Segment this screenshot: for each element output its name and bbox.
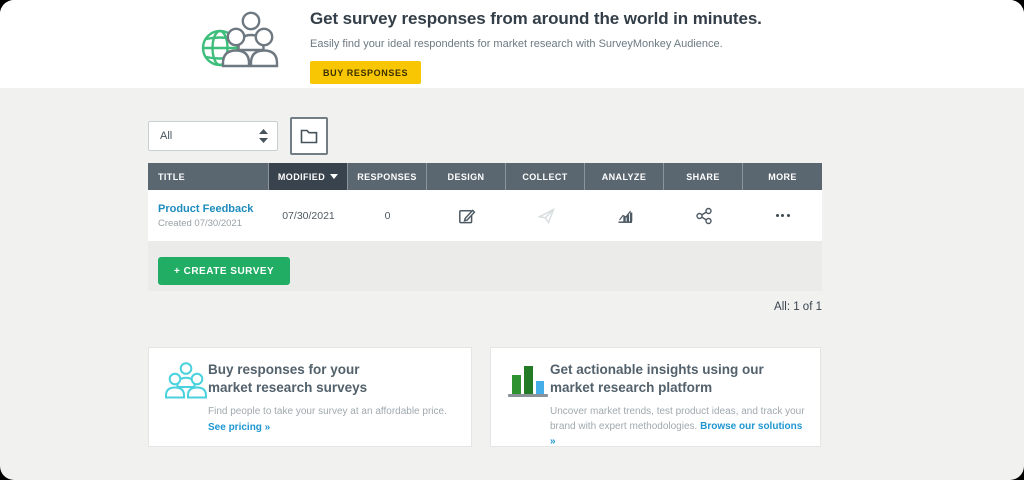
survey-count-label: All: 1 of 1	[774, 301, 822, 313]
column-header-modified[interactable]: MODIFIED	[269, 163, 348, 190]
survey-list-table: TITLE MODIFIED RESPONSES DESIGN COLLECT …	[148, 163, 822, 241]
survey-table-header: TITLE MODIFIED RESPONSES DESIGN COLLECT …	[148, 163, 822, 190]
audience-promo-banner: Get survey responses from around the wor…	[0, 0, 1024, 88]
survey-modified-date: 07/30/2021	[282, 209, 335, 222]
create-survey-strip: + CREATE SURVEY	[148, 241, 822, 291]
column-header-more[interactable]: MORE	[743, 163, 822, 190]
folder-filter-value: All	[160, 130, 173, 142]
globe-people-icon	[201, 11, 279, 68]
edit-icon	[458, 208, 475, 223]
ellipsis-icon	[775, 214, 790, 217]
bar-chart-icon	[618, 210, 632, 223]
banner-title: Get survey responses from around the wor…	[310, 9, 762, 28]
surveymonkey-dashboard: Get survey responses from around the wor…	[0, 0, 1024, 480]
column-header-analyze[interactable]: ANALYZE	[585, 163, 664, 190]
analyze-results-button[interactable]	[612, 203, 638, 229]
collect-responses-button[interactable]	[533, 203, 559, 229]
share-survey-button[interactable]	[691, 203, 717, 229]
column-header-share[interactable]: SHARE	[664, 163, 743, 190]
buy-responses-card: Buy responses for your market research s…	[148, 347, 472, 447]
insights-card: Get actionable insights using our market…	[490, 347, 821, 447]
card-title: Get actionable insights using our market…	[550, 362, 764, 395]
sort-desc-icon	[330, 174, 339, 179]
manage-folders-button[interactable]	[290, 117, 328, 155]
card-title: Buy responses for your market research s…	[208, 362, 368, 395]
column-header-responses[interactable]: RESPONSES	[348, 163, 427, 190]
see-pricing-link[interactable]: See pricing »	[208, 420, 270, 435]
color-bar-chart-icon	[508, 366, 548, 397]
table-row: Product Feedback Created 07/30/2021 07/3…	[148, 190, 822, 241]
folder-icon	[300, 129, 318, 143]
column-header-collect[interactable]: COLLECT	[506, 163, 585, 190]
more-options-button[interactable]	[772, 210, 794, 221]
share-nodes-icon	[695, 207, 712, 224]
card-body-text: Find people to take your survey at an af…	[208, 406, 447, 418]
create-survey-button[interactable]: + CREATE SURVEY	[158, 257, 291, 285]
folder-filter-dropdown[interactable]: All	[148, 121, 278, 151]
design-survey-button[interactable]	[454, 203, 480, 229]
sort-arrows-icon	[259, 129, 268, 143]
column-header-design[interactable]: DESIGN	[427, 163, 506, 190]
column-header-title[interactable]: TITLE	[148, 163, 269, 190]
survey-created-date: Created 07/30/2021	[158, 217, 242, 229]
survey-title-link[interactable]: Product Feedback	[158, 203, 253, 215]
survey-response-count: 0	[384, 209, 391, 222]
buy-responses-button[interactable]: BUY RESPONSES	[310, 61, 422, 84]
banner-subtitle: Easily find your ideal respondents for m…	[310, 38, 723, 50]
paper-plane-icon	[536, 207, 555, 224]
people-group-icon	[165, 362, 207, 399]
